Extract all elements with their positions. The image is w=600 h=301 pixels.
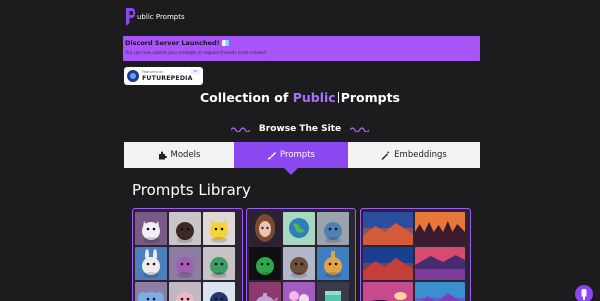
site-name: ublic Prompts (137, 13, 185, 21)
browse-heading: Browse The Site (0, 118, 600, 134)
tab-embeddings-label: Embeddings (394, 150, 447, 160)
futurepedia-ai-badge: AI (191, 69, 200, 74)
prompt-thumbnail-teapot[interactable] (249, 282, 281, 301)
library-card-animals[interactable] (132, 208, 243, 301)
prompt-thumbnail-bunny[interactable] (135, 247, 167, 280)
site-logo[interactable]: ublic Prompts (124, 6, 185, 28)
prompt-thumbnail-octopus[interactable] (169, 247, 201, 280)
library-card-landscapes[interactable] (360, 208, 471, 301)
prompt-thumbnail-turtle[interactable] (203, 247, 235, 280)
prompt-thumbnail-elephant[interactable] (135, 282, 167, 301)
prompt-thumbnail-cat[interactable] (135, 212, 167, 245)
prompt-thumbnail-lake[interactable] (415, 247, 465, 280)
wand-icon (381, 150, 390, 160)
prompt-thumbnail-giraffe[interactable] (317, 247, 349, 280)
prompt-thumbnail-mountain[interactable] (363, 212, 413, 245)
prompt-thumbnail-mountain[interactable] (415, 282, 465, 301)
banner-title: Discord Server Launched! (125, 39, 229, 47)
brush-icon (267, 151, 277, 159)
prompt-thumbnail-pikachu[interactable] (203, 212, 235, 245)
prompt-thumbnail-penguin[interactable] (203, 282, 235, 301)
prompt-thumbnail-globe[interactable] (283, 212, 315, 245)
title-divider (337, 92, 339, 103)
sparkle-icon (221, 40, 229, 46)
floating-action-button[interactable] (575, 285, 593, 301)
page-title: Collection of Public Prompts (0, 90, 600, 105)
prompt-thumbnail-hedgehog[interactable] (169, 212, 201, 245)
futurepedia-name: FUTUREPEDIA (142, 75, 193, 82)
discord-announcement-banner[interactable]: Discord Server Launched! You can now sub… (123, 36, 480, 61)
prompt-thumbnail-dog[interactable] (283, 247, 315, 280)
section-tabs: Models Prompts Embeddings (124, 142, 480, 168)
tab-models[interactable]: Models (124, 142, 234, 168)
prompt-thumbnail-creature[interactable] (317, 212, 349, 245)
right-wave-icon (350, 126, 370, 132)
left-wave-icon (230, 126, 250, 132)
active-tab-pointer (284, 168, 298, 175)
banner-subtitle: You can now submit your prompts or reque… (125, 50, 273, 55)
futurepedia-badge[interactable]: Featured on FUTUREPEDIA AI (124, 67, 203, 85)
library-card-objects[interactable] (246, 208, 356, 301)
title-suffix: Prompts (340, 90, 400, 105)
tab-prompts[interactable]: Prompts (234, 142, 348, 168)
tab-models-label: Models (170, 150, 201, 160)
top-navbar: ublic Prompts (0, 0, 600, 33)
title-prefix: Collection of (199, 90, 293, 105)
futurepedia-logo-icon (127, 70, 139, 82)
p-letter-logo-icon (126, 8, 136, 26)
prompt-thumbnail-box[interactable] (317, 282, 349, 301)
tab-embeddings[interactable]: Embeddings (348, 142, 480, 168)
browse-label: Browse The Site (258, 123, 342, 134)
prompt-thumbnail-mountain[interactable] (363, 247, 413, 280)
prompt-thumbnail-frog[interactable] (249, 247, 281, 280)
prompt-thumbnail-girl[interactable] (249, 212, 281, 245)
prompt-thumbnail-sunset[interactable] (363, 282, 413, 301)
prompt-thumbnail-pig[interactable] (169, 282, 201, 301)
prompt-thumbnail-flowers[interactable] (283, 282, 315, 301)
futurepedia-featured-label: Featured on (142, 70, 164, 74)
prompt-icon (581, 289, 587, 300)
puzzle-icon (158, 151, 167, 159)
library-heading: Prompts Library (132, 181, 251, 199)
prompt-thumbnail-forest[interactable] (415, 212, 465, 245)
tab-prompts-label: Prompts (280, 150, 315, 160)
title-highlight: Public (292, 90, 336, 105)
